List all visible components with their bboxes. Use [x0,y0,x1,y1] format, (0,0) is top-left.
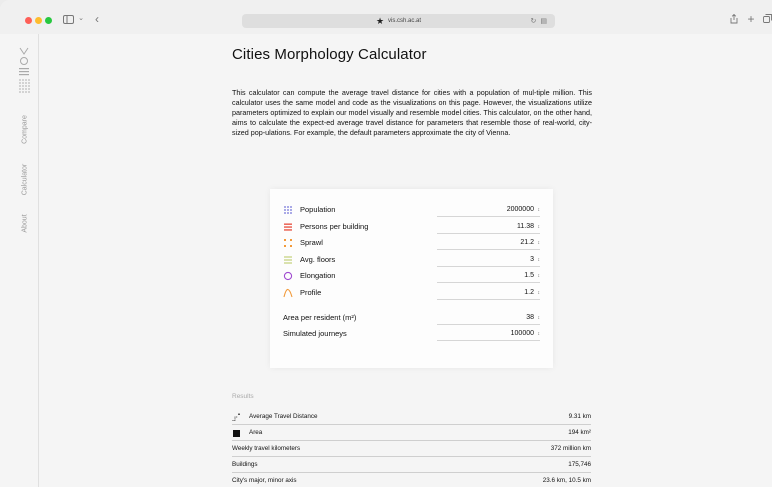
page-title: Cities Morphology Calculator [232,46,427,63]
nav-about[interactable]: About [22,214,29,232]
elongation-input[interactable]: 1.5 [437,270,540,283]
site-logo-icon [19,47,30,93]
result-value: 9.31 km [568,413,591,420]
floors-lines-icon [283,255,293,265]
nav-compare[interactable]: Compare [22,115,29,144]
profile-input[interactable]: 1.2 [437,287,540,300]
param-row-population: Population 2000000 [283,203,540,219]
building-lines-icon [283,222,293,232]
param-label: Avg. floors [300,255,336,264]
population-input[interactable]: 2000000 [437,204,540,217]
param-row-elongation: Elongation 1.5 [283,269,540,285]
site-sidebar: Compare Calculator About [11,34,39,487]
param-row-profile: Profile 1.2 [283,286,540,302]
param-row-area-per-resident: Area per resident (m²) 38 [283,311,540,327]
travel-path-icon [232,413,240,421]
minimize-window-button[interactable] [35,17,42,24]
simulated-journeys-input[interactable]: 100000 [437,328,540,341]
result-row-area: Area 194 km² [232,425,591,441]
area-per-resident-input[interactable]: 38 [437,312,540,325]
param-label: Elongation [300,271,336,280]
sidebar-toggle-icon[interactable] [62,12,74,26]
site-star-icon: ★ [375,15,385,26]
param-label: Persons per building [300,222,369,231]
tab-overview-icon[interactable] [763,12,772,26]
share-icon[interactable] [729,12,739,26]
result-label: Weekly travel kilometers [232,445,301,452]
param-label: Area per resident (m²) [283,313,357,322]
param-label: Profile [300,288,322,297]
sprawl-input[interactable]: 21.2 [437,237,540,250]
param-row-sprawl: Sprawl 21.2 [283,236,540,252]
result-label: Buildings [232,461,258,468]
profile-curve-icon [283,288,293,298]
result-value: 23.6 km, 10.5 km [542,477,591,484]
nav-calculator[interactable]: Calculator [22,164,29,196]
result-row-avg-travel-distance: Average Travel Distance 9.31 km [232,409,591,425]
results-heading: Results [232,393,254,400]
result-row-city-axes: City's major, minor axis 23.6 km, 10.5 k… [232,473,591,487]
new-tab-icon[interactable]: + [746,12,756,26]
browser-window: ⌄ ‹ ★ vis.csh.ac.at ↻ ▤ + Compare Calcul… [0,0,772,487]
address-bar[interactable]: ★ vis.csh.ac.at ↻ ▤ [242,14,555,28]
param-label: Population [300,205,336,214]
param-label: Simulated journeys [283,329,347,338]
result-value: 194 km² [568,429,591,436]
browser-toolbar: ⌄ ‹ ★ vis.csh.ac.at ↻ ▤ + [0,0,772,34]
intro-paragraph: This calculator can compute the average … [232,88,592,137]
population-grid-icon [283,205,293,215]
back-icon[interactable]: ‹ [92,12,102,26]
param-row-simulated-journeys: Simulated journeys 100000 [283,327,540,343]
result-label: Average Travel Distance [249,413,318,420]
result-label: Area [249,429,263,436]
result-value: 175,746 [568,461,591,468]
result-value: 372 million km [550,445,591,452]
result-row-weekly-travel: Weekly travel kilometers 372 million km [232,441,591,457]
param-label: Sprawl [300,238,323,247]
reader-icon[interactable]: ▤ [540,17,547,25]
avg-floors-input[interactable]: 3 [437,254,540,267]
parameters-card: Population 2000000 Persons per building … [270,189,553,368]
result-label: City's major, minor axis [232,477,297,484]
elongation-circle-icon [283,271,293,281]
area-square-icon [232,429,240,437]
main-content: Cities Morphology Calculator This calcul… [39,34,772,487]
reload-icon[interactable]: ↻ [531,17,537,25]
chevron-down-icon[interactable]: ⌄ [77,12,85,26]
zoom-window-button[interactable] [45,17,52,24]
param-row-avg-floors: Avg. floors 3 [283,253,540,269]
close-window-button[interactable] [25,17,32,24]
param-row-persons-per-building: Persons per building 11.38 [283,220,540,236]
persons-per-building-input[interactable]: 11.38 [437,221,540,234]
sprawl-dots-icon [283,238,293,248]
url-text: vis.csh.ac.at [388,18,422,24]
result-row-buildings: Buildings 175,746 [232,457,591,473]
